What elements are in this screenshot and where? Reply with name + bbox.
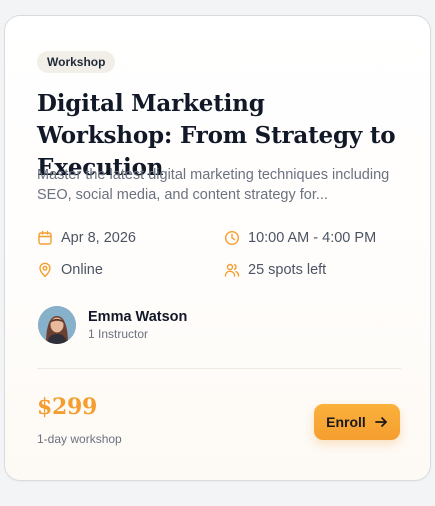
avatar[interactable]: [38, 306, 76, 344]
instructor-count: 1 Instructor: [88, 327, 149, 341]
meta-location: Online: [37, 262, 103, 278]
map-pin-icon: [37, 262, 53, 278]
workshop-card[interactable]: Workshop Digital Marketing Workshop: Fro…: [4, 15, 431, 481]
location-text: Online: [61, 262, 103, 278]
calendar-icon: [37, 230, 53, 246]
instructor-name[interactable]: Emma Watson: [88, 308, 187, 326]
meta-time: 10:00 AM - 4:00 PM: [224, 230, 376, 246]
workshop-description: Master the latest digital marketing tech…: [37, 167, 390, 203]
meta-date: Apr 8, 2026: [37, 230, 136, 246]
clock-icon: [224, 230, 240, 246]
meta-spots: 25 spots left: [224, 262, 326, 278]
enroll-button[interactable]: Enroll: [314, 404, 400, 440]
divider: [37, 368, 401, 369]
date-text: Apr 8, 2026: [61, 230, 136, 246]
time-text: 10:00 AM - 4:00 PM: [248, 230, 377, 246]
price: $299: [37, 394, 98, 420]
instructor[interactable]: Emma Watson 1 Instructor: [38, 306, 187, 344]
spots-text: 25 spots left: [248, 262, 327, 278]
users-icon: [224, 262, 240, 278]
duration: 1-day workshop: [37, 432, 122, 446]
category-tag: Workshop: [37, 51, 116, 73]
arrow-right-icon: [374, 415, 388, 429]
enroll-label: Enroll: [326, 414, 366, 430]
